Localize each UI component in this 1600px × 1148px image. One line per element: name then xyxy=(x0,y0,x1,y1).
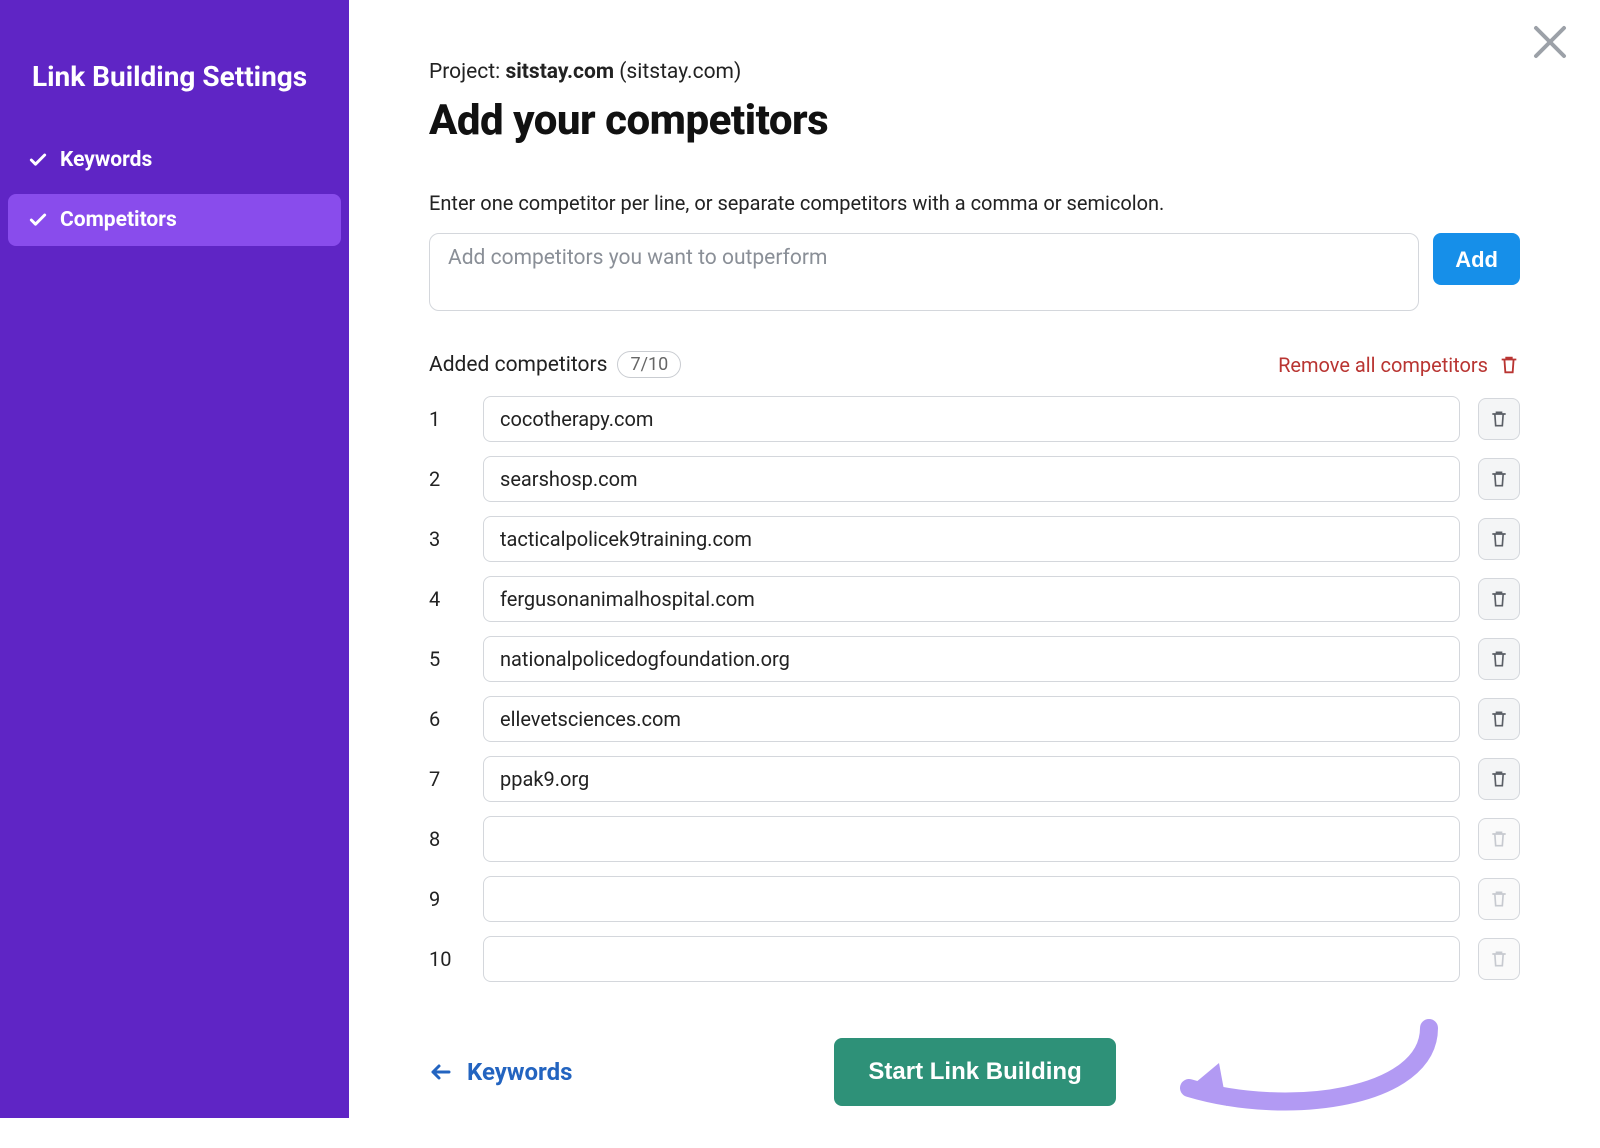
delete-competitor-button xyxy=(1478,938,1520,980)
trash-icon xyxy=(1489,589,1509,609)
competitor-row: 3 xyxy=(429,516,1520,562)
competitor-rows: 1 2 3 4 5 6 7 8 9 10 xyxy=(429,396,1520,982)
trash-icon xyxy=(1489,889,1509,909)
delete-competitor-button xyxy=(1478,818,1520,860)
competitor-row: 1 xyxy=(429,396,1520,442)
competitor-textarea[interactable] xyxy=(429,233,1419,311)
trash-icon xyxy=(1489,949,1509,969)
competitor-count-badge: 7/10 xyxy=(617,351,681,378)
competitor-input[interactable] xyxy=(483,816,1460,862)
trash-icon xyxy=(1489,829,1509,849)
competitor-row: 7 xyxy=(429,756,1520,802)
delete-competitor-button[interactable] xyxy=(1478,578,1520,620)
competitor-row: 9 xyxy=(429,876,1520,922)
check-icon xyxy=(28,150,48,170)
row-number: 4 xyxy=(429,587,465,611)
delete-competitor-button[interactable] xyxy=(1478,398,1520,440)
main-content: Project: sitstay.com (sitstay.com) Add y… xyxy=(349,0,1600,1118)
trash-icon xyxy=(1489,649,1509,669)
competitor-row: 4 xyxy=(429,576,1520,622)
competitor-input[interactable] xyxy=(483,516,1460,562)
project-name: sitstay.com xyxy=(505,60,614,84)
trash-icon xyxy=(1498,354,1520,376)
close-icon xyxy=(1530,22,1570,62)
row-number: 8 xyxy=(429,827,465,851)
competitor-input[interactable] xyxy=(483,576,1460,622)
add-button[interactable]: Add xyxy=(1433,233,1520,285)
row-number: 9 xyxy=(429,887,465,911)
delete-competitor-button[interactable] xyxy=(1478,518,1520,560)
competitor-input[interactable] xyxy=(483,636,1460,682)
sidebar-item-label: Keywords xyxy=(60,148,152,172)
sidebar: Link Building Settings Keywords Competito… xyxy=(0,0,349,1118)
close-button[interactable] xyxy=(1530,22,1570,62)
trash-icon xyxy=(1489,469,1509,489)
trash-icon xyxy=(1489,529,1509,549)
row-number: 7 xyxy=(429,767,465,791)
competitor-row: 8 xyxy=(429,816,1520,862)
row-number: 5 xyxy=(429,647,465,671)
instructions-text: Enter one competitor per line, or separa… xyxy=(429,191,1520,215)
competitor-input[interactable] xyxy=(483,396,1460,442)
trash-icon xyxy=(1489,709,1509,729)
competitor-input[interactable] xyxy=(483,696,1460,742)
row-number: 10 xyxy=(429,947,465,971)
competitor-input[interactable] xyxy=(483,756,1460,802)
start-link-building-button[interactable]: Start Link Building xyxy=(834,1038,1115,1106)
row-number: 6 xyxy=(429,707,465,731)
footer: Keywords Start Link Building xyxy=(429,1038,1520,1106)
delete-competitor-button[interactable] xyxy=(1478,698,1520,740)
competitor-row: 10 xyxy=(429,936,1520,982)
row-number: 2 xyxy=(429,467,465,491)
added-competitors-header: Added competitors 7/10 Remove all compet… xyxy=(429,351,1520,378)
annotation-arrow-icon xyxy=(1149,1008,1449,1148)
row-number: 3 xyxy=(429,527,465,551)
competitor-input[interactable] xyxy=(483,936,1460,982)
back-label: Keywords xyxy=(467,1058,572,1086)
delete-competitor-button xyxy=(1478,878,1520,920)
delete-competitor-button[interactable] xyxy=(1478,458,1520,500)
competitor-input[interactable] xyxy=(483,456,1460,502)
arrow-left-icon xyxy=(429,1060,453,1084)
sidebar-item-competitors[interactable]: Competitors xyxy=(8,194,341,246)
competitor-input-row: Add xyxy=(429,233,1520,311)
competitor-row: 5 xyxy=(429,636,1520,682)
sidebar-item-label: Competitors xyxy=(60,208,177,232)
project-prefix: Project: xyxy=(429,60,505,84)
check-icon xyxy=(28,210,48,230)
back-to-keywords-link[interactable]: Keywords xyxy=(429,1058,572,1086)
competitor-input[interactable] xyxy=(483,876,1460,922)
project-line: Project: sitstay.com (sitstay.com) xyxy=(429,60,1520,84)
delete-competitor-button[interactable] xyxy=(1478,758,1520,800)
trash-icon xyxy=(1489,409,1509,429)
remove-all-button[interactable]: Remove all competitors xyxy=(1278,353,1520,377)
sidebar-item-keywords[interactable]: Keywords xyxy=(8,134,341,186)
sidebar-title: Link Building Settings xyxy=(0,58,349,134)
delete-competitor-button[interactable] xyxy=(1478,638,1520,680)
added-label: Added competitors xyxy=(429,353,607,377)
trash-icon xyxy=(1489,769,1509,789)
competitor-row: 6 xyxy=(429,696,1520,742)
page-title: Add your competitors xyxy=(429,96,1520,145)
row-number: 1 xyxy=(429,407,465,431)
competitor-row: 2 xyxy=(429,456,1520,502)
project-suffix: (sitstay.com) xyxy=(614,60,741,84)
remove-all-label: Remove all competitors xyxy=(1278,353,1488,377)
